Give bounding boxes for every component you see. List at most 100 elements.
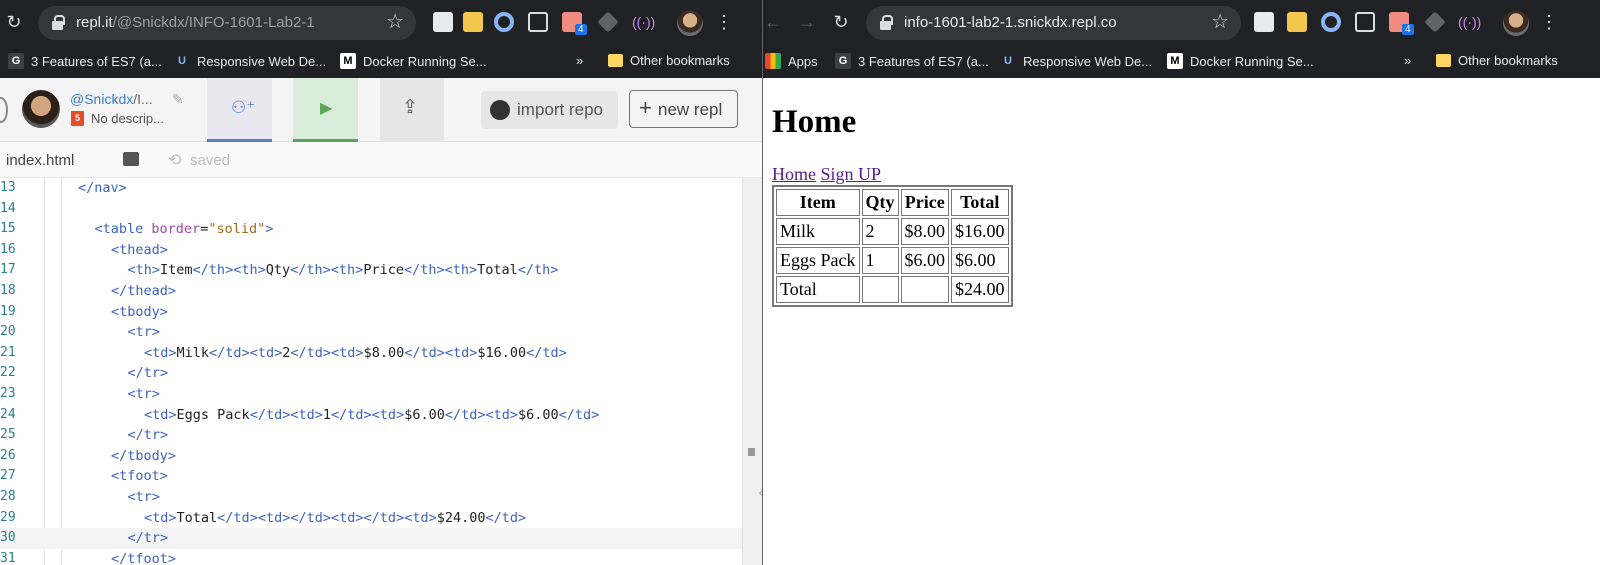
- bookmark-item[interactable]: M Docker Running Se...: [340, 53, 487, 69]
- circle-extension-icon[interactable]: [494, 12, 514, 32]
- code-extension-icon[interactable]: [433, 12, 453, 32]
- code-line[interactable]: 16 <thead>: [0, 240, 742, 261]
- folder-icon: [608, 54, 623, 67]
- code-line[interactable]: 26 </tbody>: [0, 446, 742, 467]
- menu-kebab-icon[interactable]: ⋮: [714, 12, 734, 32]
- bookmark-star-icon[interactable]: ☆: [1211, 12, 1229, 32]
- back-icon[interactable]: ←: [763, 12, 783, 32]
- file-doc-icon[interactable]: [123, 152, 139, 166]
- code-text: </tbody>: [111, 447, 177, 464]
- profile-avatar[interactable]: [677, 10, 703, 36]
- code-line[interactable]: 13 </nav>: [0, 178, 742, 199]
- code-extension-icon[interactable]: [1254, 12, 1274, 32]
- other-bookmarks[interactable]: Other bookmarks: [1436, 53, 1558, 68]
- repl-owner-link[interactable]: @Snickdx: [70, 91, 133, 107]
- repl-logo-icon[interactable]: [0, 97, 8, 123]
- table-header: Price: [900, 189, 949, 216]
- bookmarks-overflow-button[interactable]: »: [576, 53, 583, 68]
- notes-extension-icon[interactable]: [1287, 12, 1307, 32]
- reload-icon[interactable]: ↻: [4, 12, 24, 32]
- invite-button[interactable]: ⚇⁺: [207, 78, 272, 142]
- code-line[interactable]: 21 <td>Milk</td><td>2</td><td>$8.00</td><…: [0, 343, 742, 364]
- replit-app: @Snickdx/I... ✎ 5 No descrip... ⚇⁺ ▶ ⇪ i…: [0, 78, 762, 565]
- table-cell: $8.00: [900, 218, 949, 245]
- code-text: <thead>: [111, 241, 168, 258]
- code-line[interactable]: 27 <tfoot>: [0, 466, 742, 487]
- line-number: 24: [0, 406, 16, 422]
- code-line[interactable]: 18 </thead>: [0, 281, 742, 302]
- sign-up-link[interactable]: Sign UP: [821, 164, 882, 184]
- apps-label: Apps: [788, 53, 818, 69]
- code-line[interactable]: 29 <td>Total</td><td></td><td></td><td>$2…: [0, 508, 742, 529]
- history-icon: ⟲: [168, 152, 182, 169]
- import-repo-button[interactable]: import repo: [481, 91, 618, 129]
- cube-extension-icon[interactable]: [1424, 11, 1446, 33]
- notes-extension-icon[interactable]: [463, 12, 483, 32]
- apps-grid-icon: [765, 53, 781, 69]
- lock-icon: [880, 15, 893, 30]
- bookmark-item[interactable]: U Responsive Web De...: [174, 53, 326, 69]
- line-number: 21: [0, 344, 16, 360]
- left-browser-window: ↻ repl.it/@Snickdx/INFO-1601-Lab2-1 ☆ 4 …: [0, 0, 762, 565]
- circle-extension-icon[interactable]: [1321, 12, 1341, 32]
- address-bar[interactable]: repl.it/@Snickdx/INFO-1601-Lab2-1 ☆: [38, 6, 416, 40]
- home-link[interactable]: Home: [772, 164, 816, 184]
- forward-icon[interactable]: →: [797, 12, 817, 32]
- line-number: 15: [0, 221, 16, 237]
- code-line[interactable]: 14: [0, 199, 742, 220]
- profile-avatar[interactable]: [1503, 10, 1529, 36]
- bookmark-item[interactable]: M Docker Running Se...: [1167, 53, 1314, 69]
- code-editor[interactable]: 13 </nav> 14 15 <table border="solid"> 16 <the…: [0, 178, 762, 565]
- code-line[interactable]: 15 <table border="solid">: [0, 219, 742, 240]
- extension-badge: 4: [1402, 24, 1414, 35]
- file-tab-index[interactable]: index.html: [6, 152, 74, 169]
- code-line[interactable]: 28 <tr>: [0, 487, 742, 508]
- code-line[interactable]: 22 </tr>: [0, 363, 742, 384]
- bookmark-label: 3 Features of ES7 (a...: [31, 53, 162, 69]
- code-line[interactable]: 25 </tr>: [0, 425, 742, 446]
- code-line[interactable]: 30 </tr>: [0, 528, 742, 549]
- radio-extension-icon[interactable]: ((·)): [632, 12, 655, 32]
- pip-extension-icon[interactable]: [528, 12, 548, 32]
- editor-scrollbar[interactable]: ‹: [742, 178, 762, 565]
- url-host: repl.it: [76, 14, 113, 31]
- line-number: 29: [0, 509, 16, 525]
- url-path: /@Snickdx/INFO-1601-Lab2-1: [112, 14, 315, 31]
- code-line[interactable]: 17 <th>Item</th><th>Qty</th><th>Price</th…: [0, 260, 742, 281]
- run-button[interactable]: ▶: [293, 78, 358, 142]
- new-repl-button[interactable]: + new repl: [629, 90, 738, 128]
- bookmark-item[interactable]: G 3 Features of ES7 (a...: [8, 53, 162, 69]
- edit-pencil-icon[interactable]: ✎: [172, 91, 184, 108]
- code-text: <tr>: [127, 489, 161, 505]
- menu-kebab-icon[interactable]: ⋮: [1539, 12, 1559, 32]
- address-bar[interactable]: info-1601-lab2-1.snickdx.repl.co ☆: [866, 6, 1241, 40]
- bookmark-label: Responsive Web De...: [197, 53, 327, 69]
- table-cell: 1: [861, 247, 899, 274]
- table-cell: Total: [776, 276, 860, 303]
- code-line[interactable]: 19 <tbody>: [0, 302, 742, 323]
- user-avatar[interactable]: [22, 90, 60, 128]
- bookmark-item[interactable]: U Responsive Web De...: [1000, 53, 1152, 69]
- radio-extension-icon[interactable]: ((·)): [1458, 12, 1481, 32]
- scroll-thumb[interactable]: [748, 448, 755, 456]
- apps-shortcut[interactable]: Apps: [765, 53, 818, 69]
- bookmark-star-icon[interactable]: ☆: [386, 12, 404, 32]
- code-line[interactable]: 23 <tr>: [0, 384, 742, 405]
- table-cell: $24.00: [951, 276, 1009, 303]
- code-line[interactable]: 24 <td>Eggs Pack</td><td>1</td><td>$6.00<…: [0, 405, 742, 426]
- table-cell: [861, 276, 899, 303]
- code-line[interactable]: 31 </tfoot>: [0, 549, 742, 565]
- code-line[interactable]: 20 <tr>: [0, 322, 742, 343]
- line-number: 14: [0, 200, 16, 216]
- table-cell: 2: [861, 218, 899, 245]
- bookmarks-overflow-button[interactable]: »: [1404, 53, 1411, 68]
- other-bookmarks[interactable]: Other bookmarks: [608, 53, 730, 68]
- browser-toolbar: ↻ repl.it/@Snickdx/INFO-1601-Lab2-1 ☆ 4 …: [0, 0, 762, 44]
- bookmark-label: Docker Running Se...: [363, 53, 487, 69]
- repl-description[interactable]: No descrip...: [91, 111, 164, 126]
- cube-extension-icon[interactable]: [597, 11, 619, 33]
- pip-extension-icon[interactable]: [1355, 12, 1375, 32]
- reload-icon[interactable]: ↻: [831, 12, 851, 32]
- bookmark-item[interactable]: G 3 Features of ES7 (a...: [835, 53, 989, 69]
- share-button[interactable]: ⇪: [380, 78, 444, 142]
